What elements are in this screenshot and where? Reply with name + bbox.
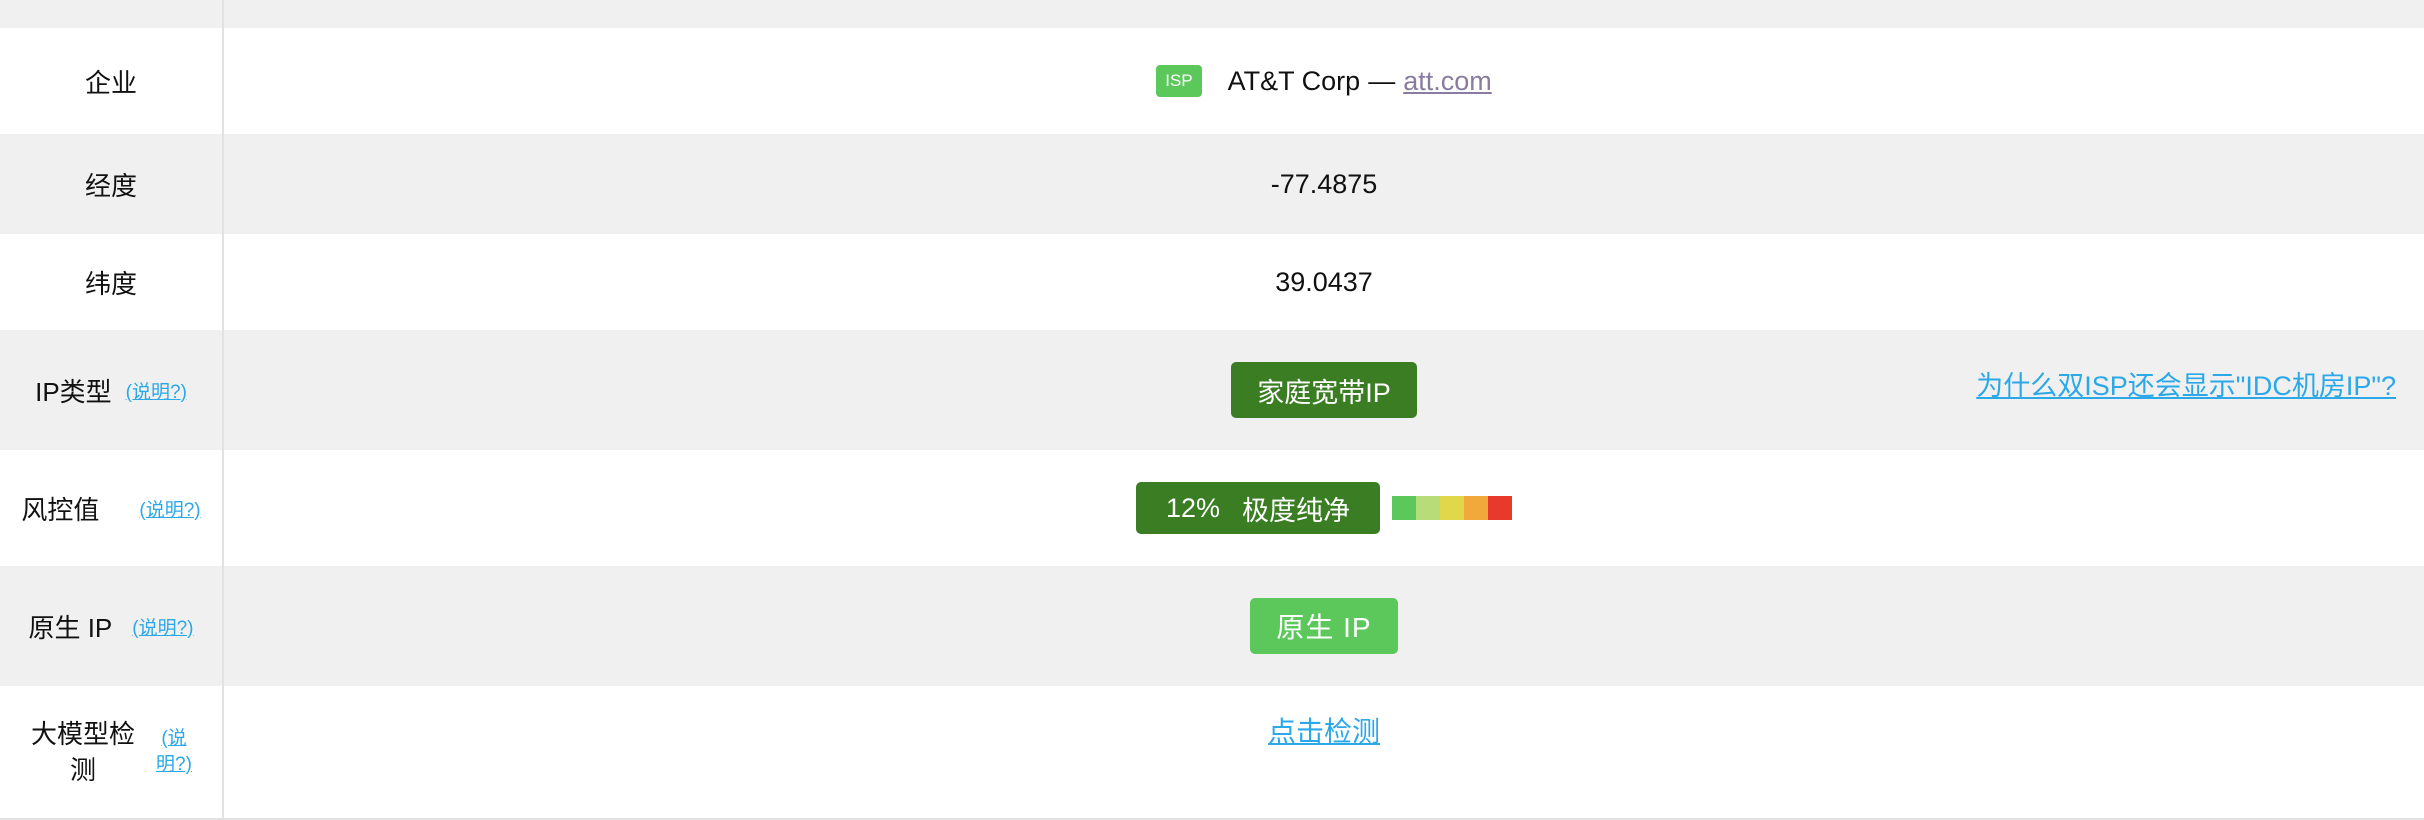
latitude-value: 39.0437 (224, 234, 2424, 330)
table-row-latitude: 纬度 39.0437 (0, 234, 2424, 330)
risk-meter-segment (1488, 496, 1513, 520)
ip-type-label-text: IP类型 (35, 376, 112, 407)
llm-detect-value: 点击检测 (224, 686, 2424, 818)
table-row-ip-type: IP类型 (说明?) 家庭宽带IP 为什么双ISP还会显示"IDC机房IP"? (0, 330, 2424, 450)
llm-detect-link[interactable]: 点击检测 (1268, 710, 1380, 750)
company-domain-link[interactable]: att.com (1403, 66, 1492, 97)
label-cell (0, 0, 224, 28)
risk-value: 12% 极度纯净 (224, 450, 2424, 566)
risk-meter (1392, 496, 1513, 520)
llm-detect-explain-link[interactable]: (说明?) (154, 726, 194, 778)
table-row-top-partial (0, 0, 2424, 28)
native-ip-label: 原生 IP (说明?) (0, 566, 224, 686)
risk-meter-segment (1392, 496, 1417, 520)
value-cell (224, 0, 2424, 28)
risk-label: 风控值 (说明?) (0, 450, 224, 566)
latitude-value-text: 39.0437 (1275, 266, 1373, 297)
isp-badge: ISP (1156, 65, 1202, 97)
ip-type-label: IP类型 (说明?) (0, 330, 224, 450)
longitude-value: -77.4875 (224, 134, 2424, 234)
longitude-label: 经度 (0, 134, 224, 234)
ip-type-value: 家庭宽带IP 为什么双ISP还会显示"IDC机房IP"? (224, 330, 2424, 450)
table-row-longitude: 经度 -77.4875 (0, 134, 2424, 234)
ip-type-badge: 家庭宽带IP (1231, 362, 1417, 418)
native-ip-badge: 原生 IP (1250, 598, 1398, 654)
native-ip-label-text: 原生 IP (28, 612, 113, 643)
company-separator: — (1368, 65, 1396, 96)
table-row-company: 企业 ISP AT&T Corp — att.com (0, 28, 2424, 134)
risk-meter-segment (1440, 496, 1465, 520)
risk-label-text: 风控值 (21, 494, 100, 525)
dual-isp-idc-help-link[interactable]: 为什么双ISP还会显示"IDC机房IP"? (1976, 364, 2396, 403)
table-row-native-ip: 原生 IP (说明?) 原生 IP (0, 566, 2424, 686)
company-label-text: 企业 (84, 67, 137, 98)
longitude-value-text: -77.4875 (1270, 168, 1378, 199)
risk-meter-segment (1464, 496, 1489, 520)
ip-info-table: 企业 ISP AT&T Corp — att.com 经度 -77.4875 纬… (0, 0, 2424, 820)
latitude-label-text: 纬度 (84, 268, 137, 299)
llm-detect-label-text: 大模型检测 (30, 719, 135, 785)
ip-type-explain-link[interactable]: (说明?) (126, 377, 187, 404)
llm-detect-label: 大模型检测 (说明?) (0, 686, 224, 818)
table-row-llm-detect: 大模型检测 (说明?) 点击检测 (0, 686, 2424, 820)
risk-level: 极度纯净 (1242, 495, 1351, 526)
native-ip-explain-link[interactable]: (说明?) (132, 613, 193, 640)
company-label: 企业 (0, 28, 224, 134)
company-name: AT&T Corp (1227, 65, 1361, 96)
longitude-label-text: 经度 (84, 170, 137, 201)
native-ip-value: 原生 IP (224, 566, 2424, 686)
company-value: ISP AT&T Corp — att.com (224, 28, 2424, 134)
risk-percent: 12% (1165, 492, 1221, 523)
risk-explain-link[interactable]: (说明?) (139, 495, 200, 522)
risk-meter-segment (1416, 496, 1441, 520)
table-row-risk: 风控值 (说明?) 12% 极度纯净 (0, 450, 2424, 566)
risk-badge: 12% 极度纯净 (1135, 482, 1381, 534)
latitude-label: 纬度 (0, 234, 224, 330)
